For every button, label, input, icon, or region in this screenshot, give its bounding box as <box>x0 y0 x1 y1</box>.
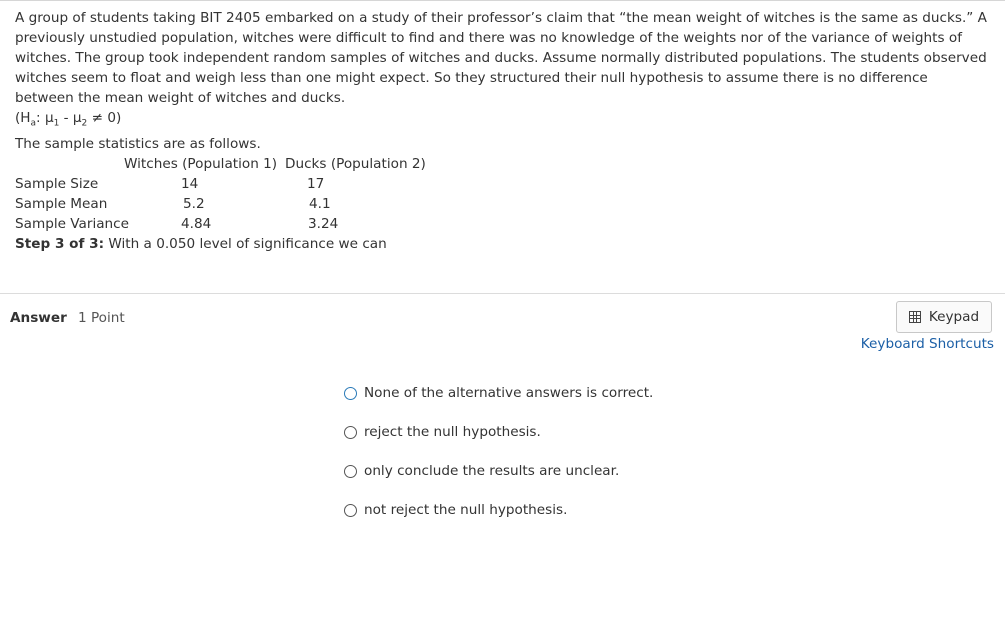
answer-option[interactable]: not reject the null hypothesis. <box>344 500 653 520</box>
answer-option-label[interactable]: reject the null hypothesis. <box>364 424 541 440</box>
stats-row-label: Sample Variance <box>15 215 130 232</box>
question-paragraph: A group of students taking BIT 2405 emba… <box>15 10 987 106</box>
keyboard-shortcuts-link[interactable]: Keyboard Shortcuts <box>861 336 994 352</box>
stats-header-pop2: Ducks (Population 2) <box>285 155 426 172</box>
stats-row-label: Sample Mean <box>15 195 108 212</box>
alternative-hypothesis: (Ha: μ1 - μ2 ≠ 0) <box>15 110 122 129</box>
stats-value-pop2: 3.24 <box>308 215 339 232</box>
step-label: Step 3 of 3: <box>15 235 105 252</box>
keypad-grid-icon <box>908 311 921 323</box>
stats-row: Sample Size 14 17 <box>15 174 515 194</box>
stats-row: Sample Mean 5.2 4.1 <box>15 194 515 214</box>
answer-option-label[interactable]: not reject the null hypothesis. <box>364 502 567 518</box>
section-divider <box>0 293 1005 294</box>
answer-options: None of the alternative answers is corre… <box>344 383 653 539</box>
stats-value-pop1: 5.2 <box>183 195 205 212</box>
sample-stats-table: Witches (Population 1) Ducks (Population… <box>15 154 990 234</box>
answer-option-label[interactable]: only conclude the results are unclear. <box>364 463 619 479</box>
answer-label: Answer <box>10 310 67 326</box>
step-prompt: Step 3 of 3: With a 0.050 level of signi… <box>15 234 990 254</box>
stats-row-label: Sample Size <box>15 175 99 192</box>
stats-value-pop2: 4.1 <box>309 195 331 212</box>
radio-button-icon[interactable] <box>344 464 357 478</box>
radio-button-icon[interactable] <box>344 386 357 400</box>
stats-value-pop1: 14 <box>181 175 199 192</box>
answer-option[interactable]: only conclude the results are unclear. <box>344 461 653 481</box>
stats-value-pop1: 4.84 <box>181 215 212 232</box>
radio-button-icon[interactable] <box>344 425 357 439</box>
keypad-button[interactable]: Keypad <box>896 301 992 333</box>
answer-option-label[interactable]: None of the alternative answers is corre… <box>364 385 653 401</box>
points-label: 1 Point <box>78 310 125 326</box>
radio-button-icon[interactable] <box>344 503 357 517</box>
stats-row: Sample Variance 4.84 3.24 <box>15 214 515 234</box>
stats-intro: The sample statistics are as follows. <box>15 135 261 152</box>
stats-value-pop2: 17 <box>307 175 325 192</box>
question-page: A group of students taking BIT 2405 emba… <box>0 0 1005 625</box>
keypad-button-label: Keypad <box>928 309 980 325</box>
question-body: A group of students taking BIT 2405 emba… <box>15 8 990 254</box>
stats-header-pop1: Witches (Population 1) <box>124 155 278 172</box>
answer-option[interactable]: reject the null hypothesis. <box>344 422 653 442</box>
answer-option[interactable]: None of the alternative answers is corre… <box>344 383 653 403</box>
step-text: With a 0.050 level of significance we ca… <box>104 235 387 252</box>
